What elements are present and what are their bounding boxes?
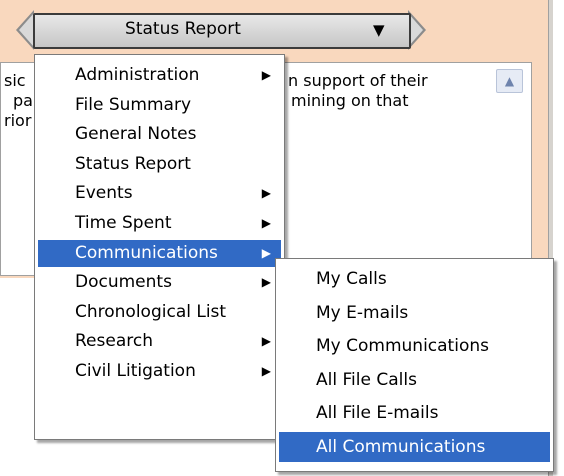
context-menu: Administration ▶ File Summary General Notes… xyxy=(34,54,285,440)
menu-item-administration[interactable]: Administration ▶ xyxy=(38,62,281,89)
menu-item-label: Administration xyxy=(75,65,199,85)
menu-item-label: File Summary xyxy=(75,95,191,115)
submenu-arrow-icon: ▶ xyxy=(262,180,271,207)
menu-item-events[interactable]: Events ▶ xyxy=(38,180,281,207)
communications-submenu: My Calls My E-mails My Communications All F… xyxy=(275,258,554,472)
menu-item-general-notes[interactable]: General Notes xyxy=(38,121,281,148)
text-line: pa xyxy=(13,91,33,111)
prev-arrow-fill xyxy=(19,13,34,47)
menu-item-label: Chronological List xyxy=(75,302,226,322)
submenu-arrow-icon: ▶ xyxy=(262,269,271,296)
menu-item-civil-litigation[interactable]: Civil Litigation ▶ xyxy=(38,358,281,385)
menu-item-research[interactable]: Research ▶ xyxy=(38,328,281,355)
menu-item-label: Events xyxy=(75,183,133,203)
text-line: mining on that xyxy=(291,91,409,111)
menu-item-chronological-list[interactable]: Chronological List xyxy=(38,299,281,326)
submenu-arrow-icon: ▶ xyxy=(262,62,271,89)
submenu-item-label: All Communications xyxy=(316,437,485,457)
menu-item-label: Civil Litigation xyxy=(75,361,196,381)
submenu-arrow-icon: ▶ xyxy=(262,240,271,267)
submenu-arrow-icon: ▶ xyxy=(262,328,271,355)
submenu-item-all-file-e-mails[interactable]: All File E-mails xyxy=(279,398,550,428)
submenu-item-label: My E-mails xyxy=(316,303,408,323)
submenu-item-label: All File E-mails xyxy=(316,403,439,423)
submenu-item-all-communications[interactable]: All Communications xyxy=(279,432,550,462)
right-margin xyxy=(553,0,564,476)
menu-item-file-summary[interactable]: File Summary xyxy=(38,92,281,119)
submenu-arrow-icon: ▶ xyxy=(262,210,271,237)
selector-title: Status Report xyxy=(33,13,333,45)
menu-item-label: Time Spent xyxy=(75,213,172,233)
menu-item-communications[interactable]: Communications ▶ xyxy=(38,240,281,267)
submenu-arrow-icon: ▶ xyxy=(262,358,271,385)
menu-item-label: Communications xyxy=(75,243,218,263)
dropdown-arrow-icon[interactable]: ▼ xyxy=(373,21,385,39)
submenu-item-label: All File Calls xyxy=(316,370,417,390)
text-line: rior xyxy=(4,111,31,131)
menu-item-status-report[interactable]: Status Report xyxy=(38,151,281,178)
submenu-item-label: My Calls xyxy=(316,269,387,289)
menu-item-label: General Notes xyxy=(75,124,197,144)
submenu-item-my-e-mails[interactable]: My E-mails xyxy=(279,298,550,328)
text-line: n support of their xyxy=(288,71,428,91)
text-line: sic xyxy=(4,71,26,91)
menu-item-label: Research xyxy=(75,331,153,351)
menu-item-label: Status Report xyxy=(75,154,191,174)
submenu-item-all-file-calls[interactable]: All File Calls xyxy=(279,365,550,395)
submenu-item-my-communications[interactable]: My Communications xyxy=(279,331,550,361)
menu-item-documents[interactable]: Documents ▶ xyxy=(38,269,281,296)
section-selector[interactable]: Status Report ▼ xyxy=(16,10,426,50)
submenu-item-my-calls[interactable]: My Calls xyxy=(279,264,550,294)
menu-item-label: Documents xyxy=(75,272,172,292)
scroll-up-icon[interactable]: ▲ xyxy=(496,69,523,93)
submenu-item-label: My Communications xyxy=(316,336,489,356)
menu-item-time-spent[interactable]: Time Spent ▶ xyxy=(38,210,281,237)
